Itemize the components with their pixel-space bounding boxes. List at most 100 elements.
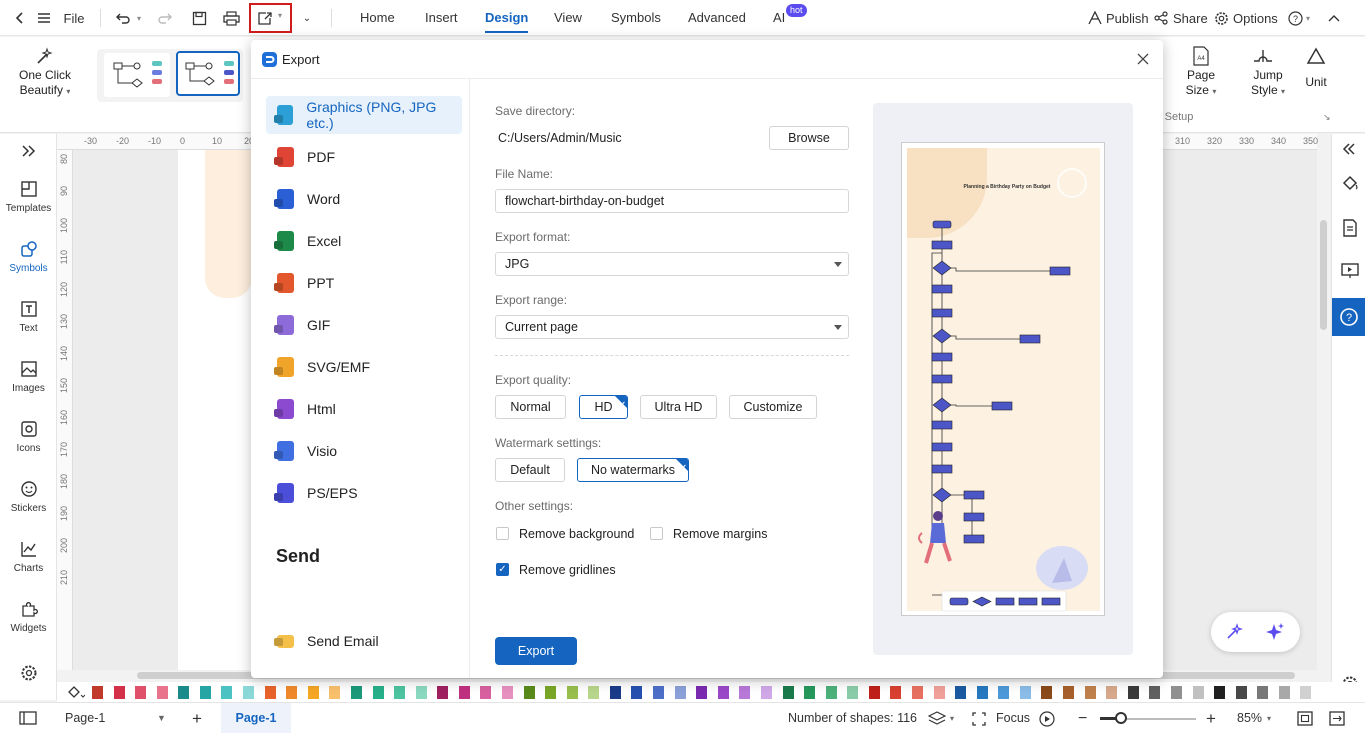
quality-ultra-hd-option[interactable]: Ultra HD: [640, 395, 717, 419]
color-swatch[interactable]: [1063, 686, 1075, 699]
color-swatch[interactable]: [566, 686, 578, 699]
page-dropdown-icon[interactable]: ▼: [157, 703, 166, 733]
fill-icon[interactable]: [1341, 174, 1359, 195]
sidebar-item-text[interactable]: Text: [0, 300, 57, 334]
jump-style-button[interactable]: Jump Style ▾: [1240, 68, 1296, 99]
color-swatch[interactable]: [1127, 686, 1139, 699]
tab-advanced[interactable]: Advanced: [688, 0, 746, 36]
color-swatch[interactable]: [156, 686, 168, 699]
file-name-input[interactable]: flowchart-birthday-on-budget: [495, 189, 849, 213]
page-properties-icon[interactable]: [1341, 219, 1359, 240]
menu-icon[interactable]: [36, 6, 52, 30]
zoom-level[interactable]: 85%: [1237, 703, 1262, 733]
color-swatch[interactable]: [286, 686, 298, 699]
presentation-icon[interactable]: [1341, 262, 1359, 283]
color-swatch[interactable]: [1149, 686, 1161, 699]
zoom-dropdown-icon[interactable]: ▾: [1267, 703, 1271, 733]
color-swatch[interactable]: [998, 686, 1010, 699]
add-page-icon[interactable]: +: [192, 703, 202, 733]
color-swatch[interactable]: [113, 686, 125, 699]
page-list-icon[interactable]: [19, 711, 37, 728]
remove-margins-checkbox[interactable]: [650, 527, 663, 540]
undo-dropdown-icon[interactable]: ▾: [135, 6, 143, 30]
help-panel-button[interactable]: ?: [1332, 298, 1365, 336]
paint-bucket-icon[interactable]: [67, 685, 86, 702]
share-button[interactable]: Share: [1173, 6, 1208, 30]
color-swatch[interactable]: [739, 686, 751, 699]
page-tab[interactable]: Page-1: [221, 703, 291, 733]
nav-item-gif[interactable]: GIF: [266, 306, 462, 344]
style-thumbnail-2[interactable]: [176, 51, 240, 96]
nav-item-ppt[interactable]: PPT: [266, 264, 462, 302]
color-swatch[interactable]: [394, 686, 406, 699]
color-swatch[interactable]: [1106, 686, 1118, 699]
nav-item-graphics[interactable]: Graphics (PNG, JPG etc.): [266, 96, 462, 134]
color-swatch[interactable]: [264, 686, 276, 699]
ai-sparkle-icon[interactable]: [1265, 622, 1285, 645]
focus-button[interactable]: Focus: [996, 703, 1030, 733]
color-swatch[interactable]: [976, 686, 988, 699]
layers-dropdown-icon[interactable]: ▾: [950, 703, 954, 733]
tab-ai[interactable]: AI: [773, 0, 785, 36]
color-swatch[interactable]: [1019, 686, 1031, 699]
print-icon[interactable]: [221, 6, 241, 30]
color-swatch[interactable]: [955, 686, 967, 699]
browse-button[interactable]: Browse: [769, 126, 849, 150]
export-range-select[interactable]: Current page: [495, 315, 849, 339]
setup-expand-icon[interactable]: ↘: [1323, 112, 1331, 123]
sidebar-item-icons[interactable]: Icons: [0, 420, 57, 454]
sidebar-item-symbols[interactable]: Symbols: [0, 240, 57, 274]
nav-item-ps-eps[interactable]: PS/EPS: [266, 474, 462, 512]
save-icon[interactable]: [190, 6, 208, 30]
color-swatch[interactable]: [804, 686, 816, 699]
unit-button[interactable]: Unit: [1300, 75, 1332, 90]
color-swatch[interactable]: [502, 686, 513, 699]
collapse-ribbon-icon[interactable]: [1326, 6, 1342, 30]
color-swatch[interactable]: [760, 686, 772, 699]
sidebar-item-templates[interactable]: Templates: [0, 180, 57, 214]
export-submit-button[interactable]: Export: [495, 637, 577, 665]
tab-insert[interactable]: Insert: [425, 0, 458, 36]
color-swatch[interactable]: [437, 686, 449, 699]
color-swatch[interactable]: [372, 686, 384, 699]
sidebar-item-widgets[interactable]: Widgets: [0, 600, 57, 634]
tab-home[interactable]: Home: [360, 0, 395, 36]
file-menu[interactable]: File: [62, 6, 86, 30]
collapse-panel-icon[interactable]: [1342, 142, 1356, 159]
color-swatch[interactable]: [782, 686, 794, 699]
undo-icon[interactable]: [114, 6, 132, 30]
color-swatch[interactable]: [523, 686, 535, 699]
color-swatch[interactable]: [912, 686, 923, 699]
color-swatch[interactable]: [825, 686, 837, 699]
watermark-default-option[interactable]: Default: [495, 458, 565, 482]
page-size-button[interactable]: Page Size ▾: [1178, 68, 1224, 99]
export-format-select[interactable]: JPG: [495, 252, 849, 276]
color-swatch[interactable]: [847, 686, 859, 699]
redo-icon[interactable]: [156, 6, 174, 30]
nav-item-pdf[interactable]: PDF: [266, 138, 462, 176]
back-icon[interactable]: [10, 6, 30, 30]
close-icon[interactable]: [1136, 52, 1150, 69]
nav-item-html[interactable]: Html: [266, 390, 462, 428]
tab-design[interactable]: Design: [485, 0, 529, 36]
tab-view[interactable]: View: [554, 0, 582, 36]
options-button[interactable]: Options: [1233, 6, 1278, 30]
color-swatch[interactable]: [890, 686, 902, 699]
color-swatch[interactable]: [221, 686, 233, 699]
zoom-slider-handle[interactable]: [1115, 712, 1127, 724]
color-swatch[interactable]: [1214, 686, 1226, 699]
page-selector[interactable]: Page-1: [65, 703, 105, 733]
sidebar-item-charts[interactable]: Charts: [0, 540, 57, 574]
color-swatch[interactable]: [1257, 686, 1269, 699]
help-icon[interactable]: ?: [1287, 6, 1303, 30]
zoom-out-icon[interactable]: −: [1078, 703, 1087, 733]
color-swatch[interactable]: [307, 686, 319, 699]
nav-item-svg-emf[interactable]: SVG/EMF: [266, 348, 462, 386]
quality-customize-option[interactable]: Customize: [729, 395, 817, 419]
watermark-none-option[interactable]: No watermarks ✓: [577, 458, 689, 482]
color-swatch[interactable]: [135, 686, 147, 699]
color-swatch[interactable]: [653, 686, 665, 699]
layers-icon[interactable]: [927, 711, 947, 729]
vertical-scrollbar[interactable]: [1320, 220, 1327, 330]
color-swatch[interactable]: [329, 686, 341, 699]
